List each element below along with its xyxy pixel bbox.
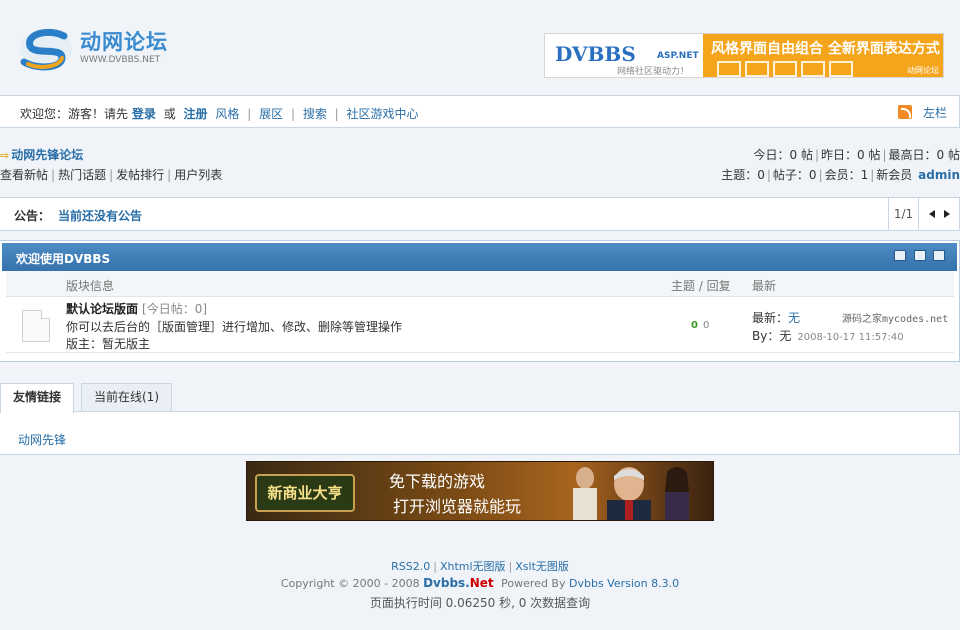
powered-version-link[interactable]: Dvbbs Version 8.3.0 <box>569 577 679 590</box>
latest-date: 2008-10-17 11:57:40 <box>797 332 904 343</box>
tab-online-users[interactable]: 当前在线(1) <box>81 383 172 412</box>
game-logo: 新商业大亨 <box>255 474 355 512</box>
stat-topics: 主题：0 <box>721 168 765 182</box>
banner-brand-suffix: ASP.NET <box>657 51 699 61</box>
welcome-text: 欢迎您：游客！请先 <box>20 107 129 121</box>
tab-panel: 动网先锋 <box>0 411 960 455</box>
xhtml-link[interactable]: Xhtml无图版 <box>440 560 506 573</box>
board-moderator: 版主：暂无版主 <box>66 337 151 351</box>
next-arrow-icon[interactable] <box>944 210 950 218</box>
game-characters-image <box>573 467 689 520</box>
nav-game-center-link[interactable]: 社区游戏中心 <box>347 107 419 121</box>
forum-column-header: 版块信息 主题 / 回复 最新 <box>6 271 954 297</box>
col-latest: 最新 <box>752 279 777 293</box>
announcement-bar: 公告： 当前还没有公告 1/1 <box>0 197 960 231</box>
board-today-count: [今日帖：0] <box>142 302 208 316</box>
new-posts-link[interactable]: 查看新帖 <box>0 168 48 182</box>
logo-url: WWW.DVBBS.NET <box>80 55 161 65</box>
latest-author: 无 <box>779 329 792 343</box>
logo-title: 动网论坛 <box>80 30 168 54</box>
header-ad-banner[interactable]: DVBBS ASP.NET 网络社区驱动力！ 风格界面自由组合 全新界面表达方式… <box>544 33 944 78</box>
powered-label: Powered By <box>501 577 566 590</box>
banner-subtitle: 网络社区驱动力！ <box>617 67 690 77</box>
board-status-icon <box>22 310 50 342</box>
board-topic-count: 0 <box>691 320 698 331</box>
post-ranking-link[interactable]: 发帖排行 <box>116 168 164 182</box>
nav-style-link[interactable]: 风格 <box>215 107 239 121</box>
breadcrumb[interactable]: ⇨ 动网先锋论坛 <box>0 146 83 163</box>
site-logo[interactable]: 动网论坛 WWW.DVBBS.NET <box>18 24 168 74</box>
prev-arrow-icon[interactable] <box>929 210 935 218</box>
board-post-count: 0 <box>703 320 710 331</box>
friend-link-item[interactable]: 动网先锋 <box>18 431 66 448</box>
board-latest: 最新：无 <box>752 311 801 325</box>
member-stats: 主题：0 | 帖子：0 | 会员：1 | 新会员 admin <box>721 168 960 182</box>
forum-category-header: 欢迎使用DVBBS <box>2 243 957 271</box>
top-navbar: 欢迎您：游客！请先 登录 或 注册 风格 | 展区 | 搜索 | 社区游戏中心 … <box>0 95 960 128</box>
or-text: 或 <box>163 107 176 121</box>
copyright-text: Copyright © 2000 - 2008 <box>280 577 420 590</box>
stat-members: 会员：1 <box>824 168 869 182</box>
forum-category-title[interactable]: 欢迎使用DVBBS <box>16 250 110 267</box>
footer-links: RSS2.0 | Xhtml无图版 | Xslt无图版 <box>391 560 569 573</box>
col-topics-replies: 主题 / 回复 <box>671 279 731 293</box>
board-latest-by: By：无 2008-10-17 11:57:40 <box>752 329 904 343</box>
newest-member-link[interactable]: admin <box>918 168 960 182</box>
stat-today: 今日：0 帖 <box>753 148 813 162</box>
col-board-info: 版块信息 <box>66 279 115 293</box>
banner-slogan: 风格界面自由组合 全新界面表达方式 <box>711 41 940 57</box>
list-view-icon[interactable] <box>933 250 945 261</box>
footer-brand-link[interactable]: Dvbbs.Net <box>423 576 494 590</box>
banner-layout-blocks <box>717 61 857 77</box>
footer-exec-time: 页面执行时间 0.06250 秒, 0 次数据查询 <box>369 596 591 610</box>
grid-view-icon[interactable] <box>914 250 926 261</box>
game-line1: 免下载的游戏 <box>389 472 486 491</box>
game-ad-banner[interactable]: 新商业大亨 免下载的游戏 打开浏览器就能玩 <box>246 461 714 521</box>
rss-icon[interactable] <box>898 105 912 119</box>
announcement-page-indicator: 1/1 <box>888 198 918 230</box>
login-link[interactable]: 登录 <box>132 107 156 121</box>
hot-topics-link[interactable]: 热门话题 <box>58 168 106 182</box>
register-link[interactable]: 注册 <box>184 107 208 121</box>
nav-gallery-link[interactable]: 展区 <box>259 107 283 121</box>
breadcrumb-title[interactable]: 动网先锋论坛 <box>11 148 83 162</box>
board-description: 你可以去后台的［版面管理］进行增加、修改、删除等管理操作 <box>66 320 403 334</box>
forum-board-row: 默认论坛版面 [今日帖：0] 你可以去后台的［版面管理］进行增加、修改、删除等管理… <box>6 298 954 353</box>
sidebar-toggle-link[interactable]: 左栏 <box>923 104 947 121</box>
sub-nav: 查看新帖 | 热门话题 | 发帖排行 | 用户列表 <box>0 168 223 182</box>
arrow-right-icon: ⇨ <box>0 149 10 162</box>
announcement-label: 公告： <box>14 209 51 223</box>
board-name-text[interactable]: 默认论坛版面 <box>66 302 138 316</box>
tab-friend-links[interactable]: 友情链接 <box>0 383 75 413</box>
user-list-link[interactable]: 用户列表 <box>174 168 222 182</box>
forum-category-box: 欢迎使用DVBBS 版块信息 主题 / 回复 最新 默认论坛版面 [今日帖：0] … <box>0 240 960 362</box>
announcement-text[interactable]: 当前还没有公告 <box>58 207 142 224</box>
xslt-link[interactable]: Xslt无图版 <box>515 560 569 573</box>
watermark-text: 源码之家mycodes.net <box>842 314 949 325</box>
stat-yesterday: 昨日：0 帖 <box>821 148 881 162</box>
logo-swirl-icon <box>20 28 72 71</box>
latest-post-link[interactable]: 无 <box>788 311 800 325</box>
game-line2: 打开浏览器就能玩 <box>393 497 522 516</box>
banner-brand: DVBBS <box>555 42 636 66</box>
announcement-nav <box>918 198 959 230</box>
footer-copyright: Copyright © 2000 - 2008 Dvbbs.Net Powere… <box>0 576 960 590</box>
header: 动网论坛 WWW.DVBBS.NET DVBBS ASP.NET 网络社区驱动力… <box>0 0 960 92</box>
banner-tag: 动网论坛 <box>907 66 939 75</box>
stat-new-member-label: 新会员 <box>876 168 913 182</box>
nav-search-link[interactable]: 搜索 <box>303 107 327 121</box>
board-name[interactable]: 默认论坛版面 [今日帖：0] <box>66 300 207 317</box>
stat-max-day: 最高日：0 帖 <box>888 148 960 162</box>
post-stats: 今日：0 帖 | 昨日：0 帖 | 最高日：0 帖 <box>753 148 960 162</box>
rss-link[interactable]: RSS2.0 <box>391 560 430 573</box>
stat-posts: 帖子：0 <box>772 168 817 182</box>
collapse-icon[interactable] <box>894 250 906 261</box>
